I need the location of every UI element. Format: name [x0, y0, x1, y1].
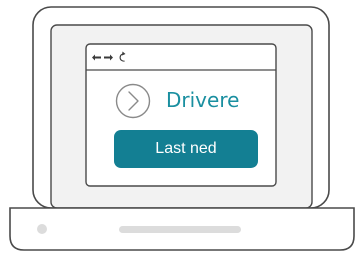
laptop-illustration: [9, 6, 355, 251]
download-button[interactable]: Last ned: [114, 130, 258, 168]
trackpad: [119, 226, 241, 233]
product-label: Drivere: [166, 88, 240, 112]
download-button-label: Last ned: [155, 140, 217, 157]
power-light: [37, 224, 47, 234]
